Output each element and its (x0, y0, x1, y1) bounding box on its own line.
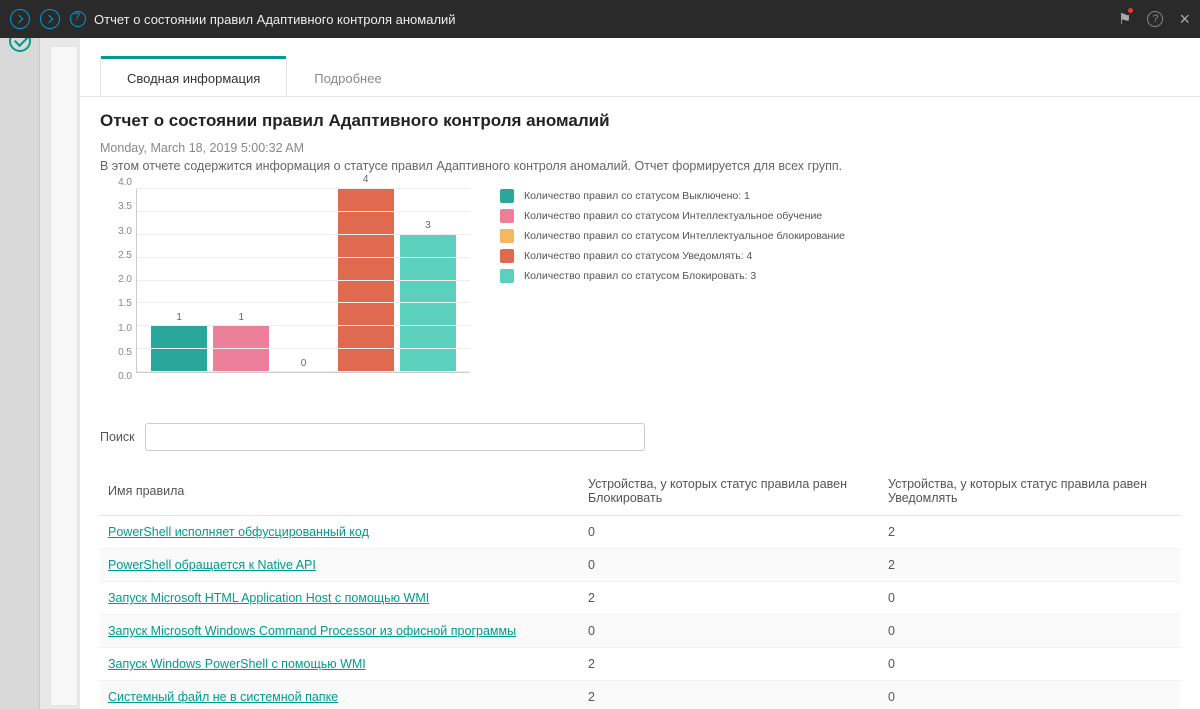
tab-1[interactable]: Подробнее (287, 58, 408, 96)
cell-block: 2 (580, 582, 880, 615)
cell-notify: 0 (880, 615, 1180, 648)
nav-forward-button[interactable] (40, 9, 60, 29)
info-icon (70, 11, 86, 27)
chart-legend: Количество правил со статусом Выключено:… (500, 183, 845, 393)
legend-label: Количество правил со статусом Интеллекту… (524, 210, 822, 222)
legend-swatch (500, 229, 514, 243)
table-row: PowerShell обращается к Native API 02 (100, 549, 1180, 582)
bar-value-label: 1 (176, 312, 182, 326)
legend-swatch (500, 249, 514, 263)
left-rail (0, 0, 40, 709)
rules-table: Имя правилаУстройства, у которых статус … (100, 467, 1180, 709)
report-description: В этом отчете содержится информация о ст… (100, 159, 1180, 173)
cell-block: 0 (580, 549, 880, 582)
table-row: Запуск Microsoft HTML Application Host с… (100, 582, 1180, 615)
legend-item: Количество правил со статусом Интеллекту… (500, 229, 845, 243)
search-label: Поиск (100, 430, 135, 444)
report-title: Отчет о состоянии правил Адаптивного кон… (100, 111, 1180, 131)
table-row: Запуск Windows PowerShell с помощью WMI 2… (100, 648, 1180, 681)
report-timestamp: Monday, March 18, 2019 5:00:32 AM (100, 141, 1180, 155)
page-title: Отчет о состоянии правил Адаптивного кон… (94, 12, 456, 27)
nav-back-button[interactable] (10, 9, 30, 29)
tab-0[interactable]: Сводная информация (100, 58, 287, 96)
cell-block: 0 (580, 615, 880, 648)
bar-value-label: 1 (239, 312, 245, 326)
side-card-under (50, 46, 78, 706)
cell-notify: 0 (880, 582, 1180, 615)
legend-item: Количество правил со статусом Интеллекту… (500, 209, 845, 223)
close-button[interactable]: × (1179, 9, 1190, 30)
legend-swatch (500, 189, 514, 203)
cell-notify: 2 (880, 549, 1180, 582)
bar-value-label: 3 (425, 220, 431, 234)
legend-swatch (500, 269, 514, 283)
rule-link[interactable]: Запуск Microsoft HTML Application Host с… (108, 591, 429, 605)
tab-bar: Сводная информацияПодробнее (80, 58, 1200, 97)
legend-item: Количество правил со статусом Уведомлять… (500, 249, 845, 263)
column-header[interactable]: Устройства, у которых статус правила рав… (880, 467, 1180, 516)
table-row: PowerShell исполняет обфусцированный код… (100, 516, 1180, 549)
help-icon[interactable]: ? (1147, 11, 1163, 27)
table-row: Системный файл не в системной папке 20 (100, 681, 1180, 709)
legend-label: Количество правил со статусом Интеллекту… (524, 230, 845, 242)
cell-block: 2 (580, 648, 880, 681)
rule-link[interactable]: Запуск Microsoft Windows Command Process… (108, 624, 516, 638)
cell-notify: 2 (880, 516, 1180, 549)
cell-block: 0 (580, 516, 880, 549)
rule-link[interactable]: Системный файл не в системной папке (108, 690, 338, 704)
cell-block: 2 (580, 681, 880, 709)
rule-link[interactable]: Запуск Windows PowerShell с помощью WMI (108, 657, 366, 671)
title-bar: Отчет о состоянии правил Адаптивного кон… (0, 0, 1200, 38)
legend-item: Количество правил со статусом Блокироват… (500, 269, 845, 283)
legend-label: Количество правил со статусом Выключено:… (524, 190, 750, 202)
legend-label: Количество правил со статусом Блокироват… (524, 270, 756, 282)
cell-notify: 0 (880, 648, 1180, 681)
flag-icon[interactable] (1118, 10, 1131, 28)
cell-notify: 0 (880, 681, 1180, 709)
rule-link[interactable]: PowerShell обращается к Native API (108, 558, 316, 572)
chart-block: 4.03.53.02.52.01.51.00.50.0 11043 Количе… (100, 183, 1180, 393)
table-row: Запуск Microsoft Windows Command Process… (100, 615, 1180, 648)
column-header[interactable]: Имя правила (100, 467, 580, 516)
bar-value-label: 0 (301, 358, 307, 372)
main-panel: Сводная информацияПодробнее Отчет о сост… (80, 38, 1200, 709)
legend-item: Количество правил со статусом Выключено:… (500, 189, 845, 203)
search-input[interactable] (145, 423, 645, 451)
legend-label: Количество правил со статусом Уведомлять… (524, 250, 752, 262)
rule-link[interactable]: PowerShell исполняет обфусцированный код (108, 525, 369, 539)
bar-chart: 4.03.53.02.52.01.51.00.50.0 11043 (100, 183, 470, 393)
legend-swatch (500, 209, 514, 223)
column-header[interactable]: Устройства, у которых статус правила рав… (580, 467, 880, 516)
bar-value-label: 4 (363, 174, 369, 188)
